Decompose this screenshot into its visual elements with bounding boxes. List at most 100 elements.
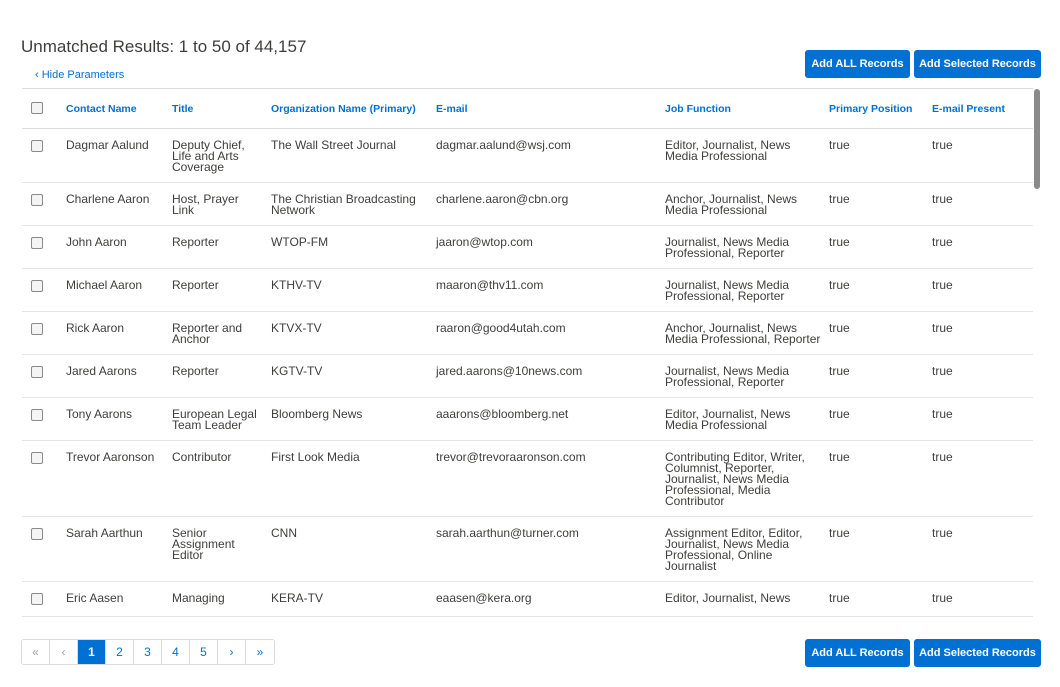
cell-contact-name: Sarah Aarthun	[62, 516, 168, 582]
cell-primary-position: true	[825, 225, 928, 269]
row-select-cell	[22, 182, 62, 226]
cell-job-function: Editor, Journalist, News Media Professio…	[661, 397, 825, 441]
row-checkbox[interactable]	[31, 528, 43, 540]
row-checkbox[interactable]	[31, 237, 43, 249]
row-checkbox[interactable]	[31, 323, 43, 335]
table-scrollbar[interactable]	[1034, 88, 1042, 621]
page-title: Unmatched Results: 1 to 50 of 44,157	[21, 37, 307, 56]
cell-job-function: Journalist, News Media Professional, Rep…	[661, 354, 825, 398]
next-page-button[interactable]: ›	[218, 640, 246, 664]
table-row[interactable]: Sarah Aarthun Senior Assignment Editor CNN…	[22, 516, 1033, 582]
column-header-email[interactable]: E-mail	[432, 88, 661, 129]
cell-title: Deputy Chief, Life and Arts Coverage	[168, 128, 267, 183]
cell-contact-name: John Aaron	[62, 225, 168, 269]
row-select-cell	[22, 268, 62, 312]
column-header-organization[interactable]: Organization Name (Primary)	[267, 88, 432, 129]
row-select-cell	[22, 354, 62, 398]
cell-email: charlene.aaron@cbn.org	[432, 182, 661, 226]
cell-contact-name: Michael Aaron	[62, 268, 168, 312]
cell-email: jaaron@wtop.com	[432, 225, 661, 269]
cell-organization: The Wall Street Journal	[267, 128, 432, 183]
cell-contact-name: Charlene Aaron	[62, 182, 168, 226]
page-4-button[interactable]: 4	[162, 640, 190, 664]
table-row[interactable]: Michael Aaron Reporter KTHV-TV maaron@thv11…	[22, 268, 1033, 312]
cell-email-present: true	[928, 268, 1033, 312]
cell-organization: CNN	[267, 516, 432, 582]
table-row[interactable]: Rick Aaron Reporter and Anchor KTVX-TV raar…	[22, 311, 1033, 355]
cell-primary-position: true	[825, 268, 928, 312]
cell-job-function: Editor, Journalist, News	[661, 581, 825, 617]
hide-parameters-link[interactable]: ‹ Hide Parameters	[35, 69, 124, 81]
column-header-job-function[interactable]: Job Function	[661, 88, 825, 129]
cell-job-function: Journalist, News Media Professional, Rep…	[661, 268, 825, 312]
cell-email: jared.aarons@10news.com	[432, 354, 661, 398]
row-select-cell	[22, 581, 62, 617]
table-row[interactable]: Charlene Aaron Host, Prayer Link The Chris…	[22, 182, 1033, 226]
cell-title: European Legal Team Leader	[168, 397, 267, 441]
first-page-button[interactable]: «	[22, 640, 50, 664]
cell-job-function: Anchor, Journalist, News Media Professio…	[661, 311, 825, 355]
table-row[interactable]: Dagmar Aalund Deputy Chief, Life and Arts…	[22, 128, 1033, 183]
add-selected-records-button-bottom[interactable]: Add Selected Records	[914, 639, 1041, 667]
row-select-cell	[22, 440, 62, 517]
cell-email-present: true	[928, 354, 1033, 398]
cell-title: Senior Assignment Editor	[168, 516, 267, 582]
cell-email: sarah.aarthun@turner.com	[432, 516, 661, 582]
table-body: Dagmar Aalund Deputy Chief, Life and Arts…	[22, 128, 1033, 617]
add-all-records-button-top[interactable]: Add ALL Records	[805, 50, 910, 78]
cell-contact-name: Rick Aaron	[62, 311, 168, 355]
row-checkbox[interactable]	[31, 194, 43, 206]
table-row[interactable]: John Aaron Reporter WTOP-FM jaaron@wtop.com…	[22, 225, 1033, 269]
page-2-button[interactable]: 2	[106, 640, 134, 664]
cell-title: Reporter	[168, 354, 267, 398]
cell-email-present: true	[928, 128, 1033, 183]
add-selected-records-button-top[interactable]: Add Selected Records	[914, 50, 1041, 78]
cell-primary-position: true	[825, 354, 928, 398]
cell-email-present: true	[928, 581, 1033, 617]
table-row[interactable]: Tony Aarons European Legal Team Leader Blo…	[22, 397, 1033, 441]
prev-page-button[interactable]: ‹	[50, 640, 78, 664]
row-checkbox[interactable]	[31, 409, 43, 421]
table-row[interactable]: Trevor Aaronson Contributor First Look Med…	[22, 440, 1033, 517]
cell-job-function: Journalist, News Media Professional, Rep…	[661, 225, 825, 269]
cell-email: trevor@trevoraaronson.com	[432, 440, 661, 517]
cell-email: raaron@good4utah.com	[432, 311, 661, 355]
cell-primary-position: true	[825, 440, 928, 517]
cell-title: Contributor	[168, 440, 267, 517]
scrollbar-thumb[interactable]	[1034, 89, 1040, 189]
row-select-cell	[22, 225, 62, 269]
cell-title: Reporter	[168, 225, 267, 269]
cell-contact-name: Dagmar Aalund	[62, 128, 168, 183]
cell-job-function: Assignment Editor, Editor, Journalist, N…	[661, 516, 825, 582]
select-all-cell	[22, 88, 62, 129]
results-table: Contact Name Title Organization Name (Pr…	[22, 88, 1033, 617]
page-5-button[interactable]: 5	[190, 640, 218, 664]
page-3-button[interactable]: 3	[134, 640, 162, 664]
column-header-contact-name[interactable]: Contact Name	[62, 88, 168, 129]
select-all-checkbox[interactable]	[31, 102, 43, 114]
cell-email-present: true	[928, 182, 1033, 226]
row-select-cell	[22, 311, 62, 355]
table-row[interactable]: Jared Aarons Reporter KGTV-TV jared.aarons@…	[22, 354, 1033, 398]
cell-title: Reporter and Anchor	[168, 311, 267, 355]
add-all-records-button-bottom[interactable]: Add ALL Records	[805, 639, 910, 667]
column-header-email-present[interactable]: E-mail Present	[928, 88, 1033, 129]
cell-primary-position: true	[825, 581, 928, 617]
column-header-title[interactable]: Title	[168, 88, 267, 129]
last-page-button[interactable]: »	[246, 640, 274, 664]
cell-title: Reporter	[168, 268, 267, 312]
cell-email-present: true	[928, 516, 1033, 582]
column-header-primary-position[interactable]: Primary Position	[825, 88, 928, 129]
cell-contact-name: Jared Aarons	[62, 354, 168, 398]
page-1-button[interactable]: 1	[78, 640, 106, 664]
row-checkbox[interactable]	[31, 593, 43, 605]
table-row[interactable]: Eric Aasen Managing KERA-TV eaasen@kera.org…	[22, 581, 1033, 617]
row-checkbox[interactable]	[31, 366, 43, 378]
row-checkbox[interactable]	[31, 452, 43, 464]
cell-email-present: true	[928, 397, 1033, 441]
row-checkbox[interactable]	[31, 140, 43, 152]
cell-contact-name: Tony Aarons	[62, 397, 168, 441]
row-checkbox[interactable]	[31, 280, 43, 292]
cell-organization: KERA-TV	[267, 581, 432, 617]
cell-organization: First Look Media	[267, 440, 432, 517]
